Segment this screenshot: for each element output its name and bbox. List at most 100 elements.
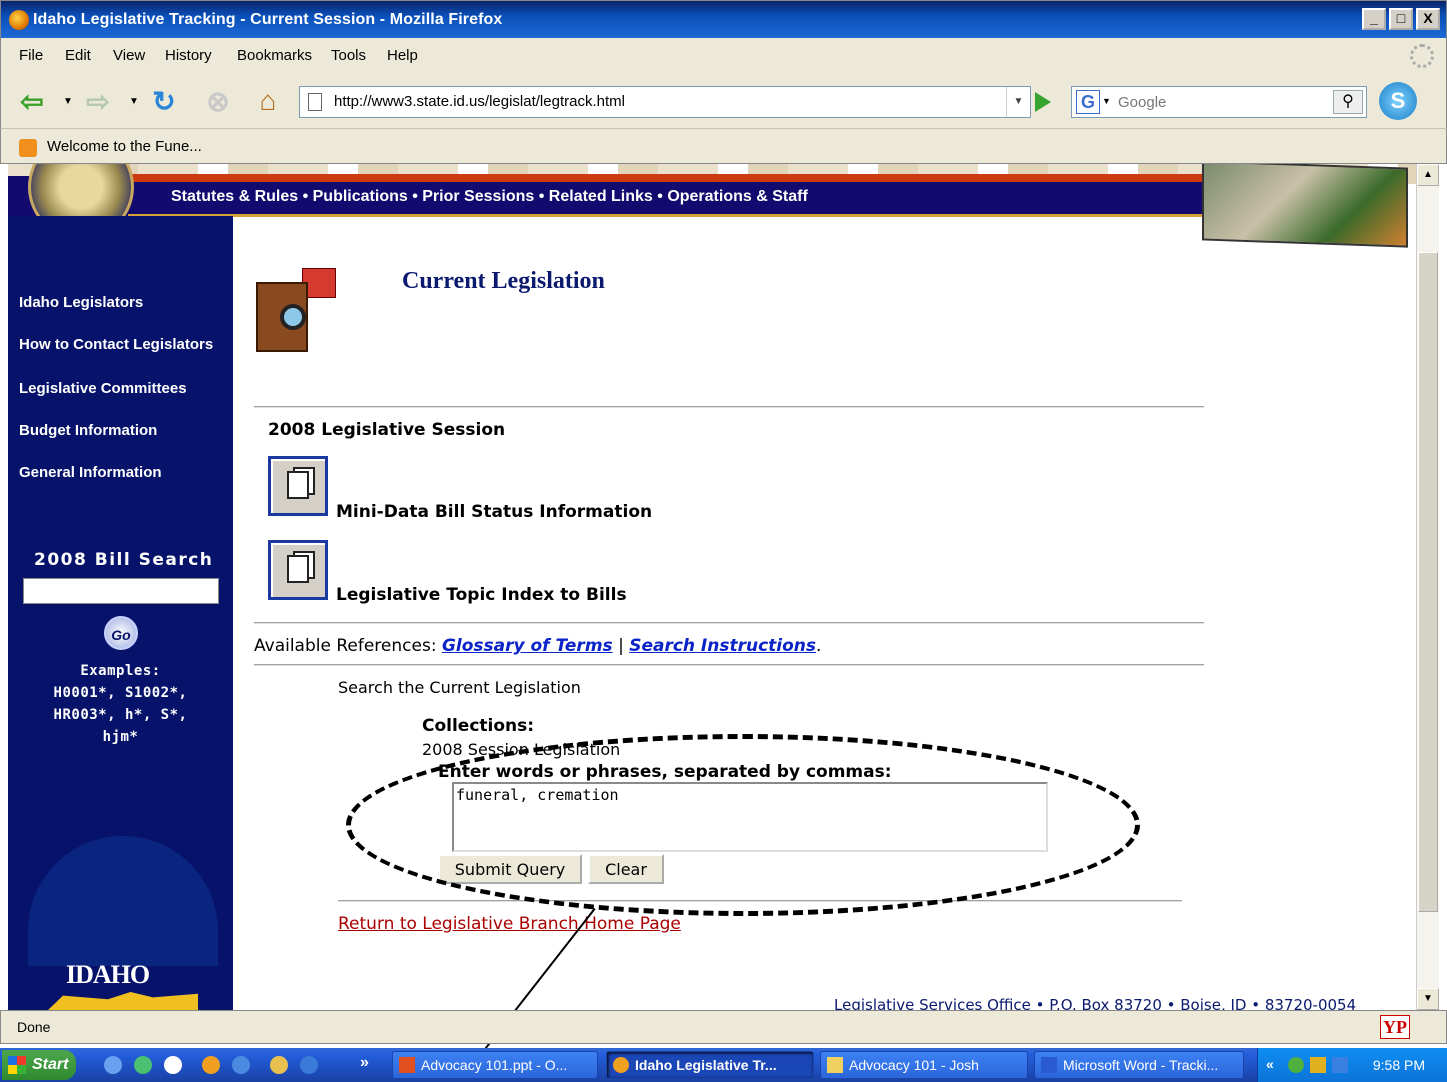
maximize-button[interactable]: □ [1389, 8, 1413, 30]
sidebar-link-general[interactable]: General Information [19, 464, 162, 481]
mini-data-link[interactable]: Mini-Data Bill Status Information [336, 502, 652, 522]
windows-flag-icon [8, 1056, 26, 1074]
annotation-ellipse [346, 734, 1140, 916]
glossary-link[interactable]: Glossary of Terms [442, 636, 613, 656]
task-label: Microsoft Word - Tracki... [1063, 1057, 1219, 1073]
menu-tools[interactable]: Tools [331, 47, 366, 64]
minimize-button[interactable]: _ [1362, 8, 1386, 30]
go-arrow-icon[interactable] [1035, 92, 1051, 112]
sidebar-link-idaho-legislators[interactable]: Idaho Legislators [19, 294, 143, 311]
messenger-quicklaunch-icon[interactable] [134, 1056, 152, 1074]
task-label: Advocacy 101 - Josh [849, 1057, 979, 1073]
back-arrow-icon[interactable]: ⇦ [15, 84, 49, 118]
task-word[interactable]: Microsoft Word - Tracki... [1034, 1051, 1244, 1079]
forward-dropdown-icon[interactable]: ▼ [129, 96, 139, 107]
task-label: Advocacy 101.ppt - O... [421, 1057, 568, 1073]
scroll-thumb[interactable] [1418, 252, 1438, 912]
top-navigation[interactable]: Statutes & Rules • Publications • Prior … [171, 188, 808, 206]
google-icon[interactable]: G [1076, 90, 1100, 114]
mini-data-button[interactable] [268, 456, 328, 516]
topic-index-link[interactable]: Legislative Topic Index to Bills [336, 585, 627, 605]
sidebar-link-budget[interactable]: Budget Information [19, 422, 157, 439]
task-folder[interactable]: Advocacy 101 - Josh [820, 1051, 1028, 1079]
page-title: Current Legislation [402, 268, 605, 294]
capitol-graphic [28, 836, 218, 966]
url-bar[interactable]: http://www3.state.id.us/legislat/legtrac… [299, 86, 1031, 118]
tray-icon[interactable] [1310, 1057, 1326, 1073]
stop-icon[interactable]: ⊗ [201, 84, 235, 118]
taskbar: Start » Advocacy 101.ppt - O... Idaho Le… [0, 1048, 1447, 1082]
refs-end: . [816, 636, 822, 656]
java-tray-icon[interactable] [1332, 1057, 1348, 1073]
menu-bookmarks[interactable]: Bookmarks [237, 47, 312, 64]
divider [254, 406, 1204, 408]
scroll-up-icon[interactable]: ▲ [1417, 164, 1439, 186]
url-text[interactable]: http://www3.state.id.us/legislat/legtrac… [334, 93, 625, 110]
tray-chevron[interactable]: « [1266, 1056, 1274, 1072]
forward-arrow-icon[interactable]: ⇨ [81, 84, 115, 118]
search-placeholder[interactable]: Google [1118, 94, 1166, 111]
search-engine-dropdown-icon[interactable]: ▼ [1102, 96, 1111, 106]
app-quicklaunch-icon[interactable] [300, 1056, 318, 1074]
menu-bar: File Edit View History Bookmarks Tools H… [0, 38, 1447, 74]
return-home-link[interactable]: Return to Legislative Branch Home Page [338, 914, 681, 934]
url-dropdown-icon[interactable]: ▼ [1006, 87, 1030, 117]
firefox-quicklaunch-icon[interactable] [202, 1056, 220, 1074]
tool-quicklaunch-icon[interactable] [270, 1056, 288, 1074]
throbber-icon [1410, 44, 1434, 68]
refs-separator: | [618, 636, 624, 656]
examples-title: Examples: [80, 663, 161, 679]
word-icon [1041, 1057, 1057, 1073]
menu-view[interactable]: View [113, 47, 145, 64]
search-instructions-link[interactable]: Search Instructions [629, 636, 816, 656]
thunderbird-quicklaunch-icon[interactable] [232, 1056, 250, 1074]
start-button[interactable]: Start [2, 1050, 76, 1080]
document-icon [287, 471, 309, 499]
quicklaunch-chevron[interactable]: » [360, 1054, 369, 1072]
examples-line: hjm* [102, 729, 139, 745]
powerpoint-icon [399, 1057, 415, 1073]
bill-search-title: 2008 Bill Search [34, 550, 214, 570]
go-button[interactable]: Go [104, 616, 138, 650]
reload-icon[interactable]: ↻ [147, 84, 181, 118]
task-powerpoint[interactable]: Advocacy 101.ppt - O... [392, 1051, 598, 1079]
scroll-down-icon[interactable]: ▼ [1417, 988, 1439, 1010]
clock-quicklaunch-icon[interactable] [164, 1056, 182, 1074]
folder-icon [827, 1057, 843, 1073]
clock: 9:58 PM [1372, 1057, 1425, 1073]
yp-icon[interactable]: YP [1380, 1015, 1410, 1039]
bill-search-examples: Examples: H0001*, S1002*, HR003*, h*, S*… [8, 660, 233, 748]
idaho-logo: IDAHO [66, 960, 150, 989]
task-firefox[interactable]: Idaho Legislative Tr... [606, 1051, 814, 1079]
sidebar-link-contact-legislators[interactable]: How to Contact Legislators [19, 336, 213, 353]
close-button[interactable]: X [1416, 8, 1440, 30]
bookmark-item[interactable]: Welcome to the Fune... [47, 138, 202, 155]
page-scrollbar[interactable]: ▲ ▼ [1416, 164, 1439, 1010]
firefox-icon [613, 1057, 629, 1073]
sidebar-link-committees[interactable]: Legislative Committees [19, 380, 187, 397]
available-references: Available References: Glossary of Terms … [254, 636, 821, 656]
home-icon[interactable]: ⌂ [251, 84, 285, 118]
rss-feed-icon [19, 139, 37, 157]
ie-quicklaunch-icon[interactable] [104, 1056, 122, 1074]
examples-line: H0001*, S1002*, [53, 685, 188, 701]
menu-edit[interactable]: Edit [65, 47, 91, 64]
window-title: Idaho Legislative Tracking - Current Ses… [33, 11, 503, 28]
topic-index-button[interactable] [268, 540, 328, 600]
session-label: 2008 Legislative Session [268, 420, 506, 440]
bill-search-input[interactable] [23, 578, 219, 604]
status-text: Done [17, 1019, 51, 1035]
idaho-map-graphic [48, 992, 198, 1010]
footer-address: Legislative Services Office • P.O. Box 8… [834, 996, 1357, 1010]
menu-help[interactable]: Help [387, 47, 418, 64]
skype-icon[interactable]: S [1379, 82, 1417, 120]
back-dropdown-icon[interactable]: ▼ [63, 96, 73, 107]
status-bar: Done YP [0, 1010, 1447, 1044]
menu-history[interactable]: History [165, 47, 212, 64]
menu-file[interactable]: File [19, 47, 43, 64]
network-tray-icon[interactable] [1288, 1057, 1304, 1073]
window-title-bar: Idaho Legislative Tracking - Current Ses… [0, 0, 1447, 38]
collections-label: Collections: [422, 716, 535, 736]
search-box[interactable]: G ▼ Google ⚲ [1071, 86, 1367, 118]
magnifier-icon[interactable]: ⚲ [1333, 90, 1363, 114]
